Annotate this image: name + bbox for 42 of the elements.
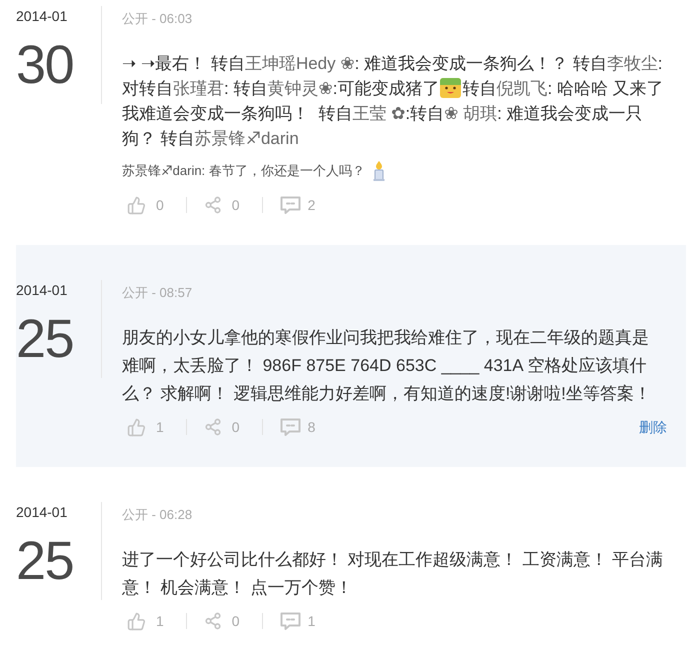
thumbs-up-icon: [127, 196, 146, 214]
post-text: 进了一个好公司比什么都好！ 对现在工作超级满意！ 工资满意！ 平台满意！ 机会满意！ 点一万个赞！: [122, 549, 664, 599]
thumbs-up-icon: [127, 612, 146, 630]
comment-icon: [280, 196, 301, 214]
post-meta: 公开 - 06:28: [122, 506, 194, 524]
post-month: 2014-01: [16, 503, 68, 522]
post-day: 25: [16, 312, 101, 366]
post-day: 25: [16, 534, 101, 588]
like-button[interactable]: 1: [122, 610, 164, 632]
share-button[interactable]: 0: [204, 610, 240, 632]
mention-link[interactable]: 王坤瑶Hedy ❀: [244, 54, 355, 73]
thumbs-up-icon: [127, 418, 146, 436]
candle-icon: [372, 161, 385, 181]
comment-preview-text: 苏景锋♐darin: 春节了，你还是一个人吗？: [122, 162, 365, 180]
post-day: 30: [16, 38, 101, 92]
comment-button[interactable]: 2: [280, 194, 316, 216]
share-button[interactable]: 0: [204, 194, 240, 216]
like-button[interactable]: 1: [122, 416, 164, 438]
face-emoji-icon: [440, 78, 462, 98]
post-text: ➝ ➝最右！ 转自王坤瑶Hedy ❀: 难道我会变成一条狗么！？ 转自李牧尘:对转自张瑾君: 转自黄钟灵❀:可能变成猪了 转自倪凯飞: 哈哈哈 又来了我难道会变成一条狗吗！ 转自王莹 ✿:转自❀ 胡琪: 难道我会变成一只狗？ 转自苏景锋♐darin: [122, 53, 664, 150]
share-icon: [204, 196, 222, 214]
post-text: 朋友的小女儿拿他的寒假作业问我把我给难住了，现在二年级的题真是难啊，太丢脸了！ 986F 875E 764D 653C ____ 431A 空格处应该填什么？ 求解啊！ 逻辑思维能力好差啊，有知道的速度!谢谢啦!坐等答案！: [122, 327, 652, 405]
share-icon: [204, 612, 222, 630]
share-icon: [204, 418, 222, 436]
mention-link[interactable]: 黄钟灵❀: [267, 79, 333, 98]
like-button[interactable]: 0: [122, 194, 164, 216]
post-meta: 公开 - 08:57: [122, 284, 194, 302]
comment-button[interactable]: 1: [280, 610, 316, 632]
post-meta: 公开 - 06:03: [122, 10, 194, 28]
comment-button[interactable]: 8: [280, 416, 316, 438]
post-month: 2014-01: [16, 281, 68, 300]
mention-link[interactable]: 李牧尘: [606, 54, 658, 73]
delete-link[interactable]: 删除: [639, 416, 667, 438]
share-button[interactable]: 0: [204, 416, 240, 438]
comment-icon: [280, 418, 301, 436]
mention-link[interactable]: 王莹 ✿: [352, 104, 406, 123]
mention-link[interactable]: 张瑾君: [173, 79, 224, 98]
mention-link[interactable]: ❀ 胡琪: [444, 104, 498, 123]
post-month: 2014-01: [16, 7, 68, 26]
mention-link[interactable]: 苏景锋♐darin: [194, 129, 299, 148]
comment-icon: [280, 612, 301, 630]
mention-link[interactable]: 倪凯飞: [496, 79, 548, 98]
